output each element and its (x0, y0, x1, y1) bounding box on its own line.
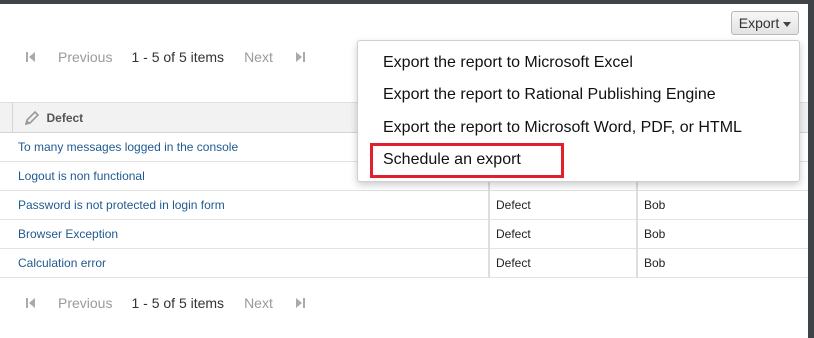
page-range-label: 1 - 5 of 5 items (131, 295, 225, 311)
row-selector (0, 161, 12, 191)
last-page-icon[interactable] (294, 297, 305, 309)
next-page-link[interactable]: Next (244, 295, 273, 311)
menu-item-export-word-pdf-html[interactable]: Export the report to Microsoft Word, PDF… (383, 119, 742, 137)
table-row: Password is not protected in login form … (0, 190, 808, 220)
row-selector (0, 132, 12, 162)
first-page-icon[interactable] (26, 51, 37, 63)
window-right-border (808, 0, 814, 338)
header-cell-selector (0, 102, 13, 133)
owner-cell: Bob (637, 248, 808, 278)
type-cell: Defect (489, 219, 638, 249)
previous-page-link[interactable]: Previous (58, 49, 112, 65)
row-selector (0, 248, 12, 278)
caret-down-icon (783, 21, 792, 27)
export-button[interactable]: Export (731, 11, 799, 35)
pager-top: Previous 1 - 5 of 5 items Next (26, 49, 305, 65)
defect-link[interactable]: Calculation error (18, 256, 106, 270)
defect-link[interactable]: To many messages logged in the console (18, 140, 238, 154)
defect-link[interactable]: Browser Exception (18, 227, 118, 241)
last-page-icon[interactable] (294, 51, 305, 63)
pencil-icon (24, 110, 39, 125)
page-range-label: 1 - 5 of 5 items (131, 49, 225, 65)
type-cell: Defect (489, 190, 638, 220)
table-row: Calculation error Defect Bob (0, 248, 808, 278)
row-selector (0, 219, 12, 249)
window-top-border (0, 0, 814, 4)
previous-page-link[interactable]: Previous (58, 295, 112, 311)
export-button-label: Export (738, 15, 780, 31)
menu-item-export-excel[interactable]: Export the report to Microsoft Excel (383, 54, 633, 72)
type-cell: Defect (489, 248, 638, 278)
next-page-link[interactable]: Next (244, 49, 273, 65)
defect-link[interactable]: Password is not protected in login form (18, 198, 225, 212)
defect-link[interactable]: Logout is non functional (18, 169, 145, 183)
owner-cell: Bob (637, 190, 808, 220)
menu-item-export-rpe[interactable]: Export the report to Rational Publishing… (383, 86, 716, 104)
header-defect-label: Defect (46, 110, 84, 125)
table-row: Browser Exception Defect Bob (0, 219, 808, 249)
schedule-export-highlight (370, 143, 564, 178)
owner-cell: Bob (637, 219, 808, 249)
row-selector (0, 190, 12, 220)
pager-bottom: Previous 1 - 5 of 5 items Next (26, 295, 305, 311)
first-page-icon[interactable] (26, 297, 37, 309)
